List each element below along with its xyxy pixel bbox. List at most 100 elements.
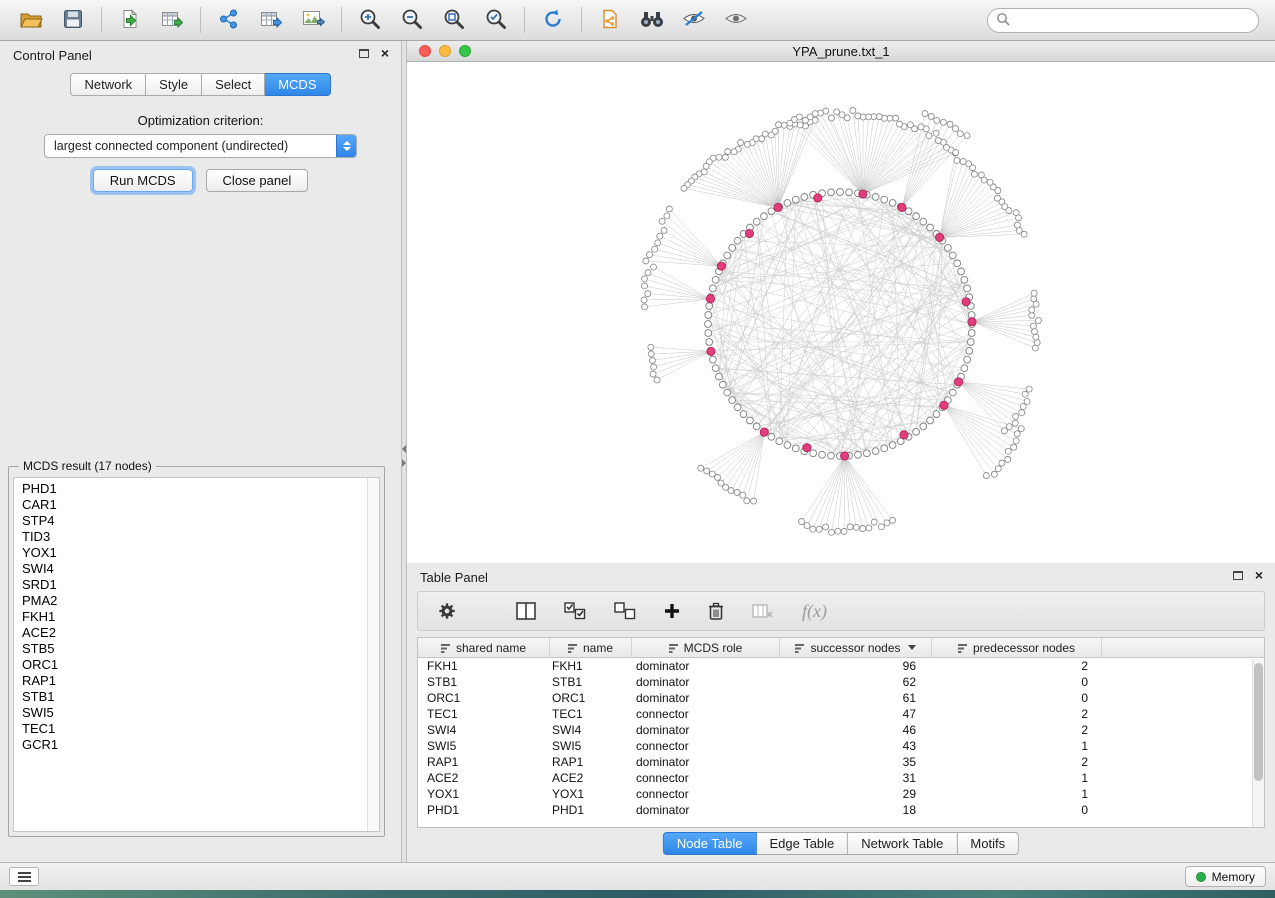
deselect-all-icon[interactable] [614,602,636,620]
mcds-result-item[interactable]: PHD1 [14,481,379,497]
gear-icon[interactable] [438,602,456,620]
table-cell[interactable]: connector [632,771,780,785]
mcds-result-item[interactable]: TEC1 [14,721,379,737]
column-header-successor-nodes[interactable]: successor nodes [780,638,932,657]
tab-mcds[interactable]: MCDS [265,73,330,96]
table-scrollbar[interactable] [1252,659,1264,827]
search-box[interactable] [987,8,1259,33]
table-cell[interactable]: 96 [780,659,932,673]
table-cell[interactable]: 0 [932,675,1102,689]
table-cell[interactable]: connector [632,787,780,801]
table-cell[interactable]: TEC1 [418,707,550,721]
table-cell[interactable]: ORC1 [418,691,550,705]
table-cell[interactable]: 2 [932,659,1102,673]
column-header-shared-name[interactable]: shared name [418,638,550,657]
mcds-result-item[interactable]: TID3 [14,529,379,545]
table-cell[interactable]: 0 [932,803,1102,817]
table-cell[interactable]: 2 [932,755,1102,769]
mcds-result-item[interactable]: PMA2 [14,593,379,609]
table-cell[interactable]: YOX1 [418,787,550,801]
export-image-button[interactable] [292,3,334,37]
column-header-predecessor-nodes[interactable]: predecessor nodes [932,638,1102,657]
table-cell[interactable]: 0 [932,691,1102,705]
show-all-button[interactable] [715,3,757,37]
mcds-result-item[interactable]: RAP1 [14,673,379,689]
zoom-out-button[interactable] [391,3,433,37]
table-cell[interactable]: 62 [780,675,932,689]
table-cell[interactable]: 47 [780,707,932,721]
table-cell[interactable]: 29 [780,787,932,801]
table-cell[interactable]: 2 [932,707,1102,721]
panel-list-button[interactable] [9,867,39,886]
table-row[interactable]: STB1STB1dominator620 [418,674,1264,690]
table-cell[interactable]: dominator [632,755,780,769]
table-row[interactable]: YOX1YOX1connector291 [418,786,1264,802]
float-panel-icon[interactable] [1233,571,1243,580]
table-cell[interactable]: 31 [780,771,932,785]
add-icon[interactable] [664,603,680,619]
zoom-selected-button[interactable] [475,3,517,37]
table-cell[interactable]: ORC1 [550,691,632,705]
collapse-left-icon[interactable] [402,445,406,453]
run-mcds-button[interactable]: Run MCDS [93,169,193,192]
mcds-result-item[interactable]: SWI5 [14,705,379,721]
table-row[interactable]: PHD1PHD1dominator180 [418,802,1264,818]
scrollbar-thumb[interactable] [1254,663,1263,781]
table-cell[interactable]: TEC1 [550,707,632,721]
table-cell[interactable]: ACE2 [418,771,550,785]
mcds-result-item[interactable]: ORC1 [14,657,379,673]
import-network-button[interactable] [109,3,151,37]
table-cell[interactable]: STB1 [418,675,550,689]
table-cell[interactable]: SWI5 [550,739,632,753]
hide-selected-button[interactable] [673,3,715,37]
export-network-button[interactable] [208,3,250,37]
mcds-result-item[interactable]: FKH1 [14,609,379,625]
memory-button[interactable]: Memory [1185,866,1266,887]
delete-icon[interactable] [708,602,724,620]
table-cell[interactable]: STB1 [550,675,632,689]
mcds-result-item[interactable]: STP4 [14,513,379,529]
table-cell[interactable]: ACE2 [550,771,632,785]
refresh-button[interactable] [532,3,574,37]
table-cell[interactable]: dominator [632,803,780,817]
table-cell[interactable]: SWI4 [418,723,550,737]
mcds-result-item[interactable]: SWI4 [14,561,379,577]
table-cell[interactable]: YOX1 [550,787,632,801]
collapse-right-icon[interactable] [402,459,406,467]
search-input[interactable] [1010,13,1250,27]
table-cell[interactable]: SWI5 [418,739,550,753]
mcds-result-list[interactable]: PHD1CAR1STP4TID3YOX1SWI4SRD1PMA2FKH1ACE2… [13,477,380,832]
mcds-result-item[interactable]: CAR1 [14,497,379,513]
mcds-result-item[interactable]: STB1 [14,689,379,705]
table-cell[interactable]: PHD1 [418,803,550,817]
export-table-button[interactable] [250,3,292,37]
table-cell[interactable]: dominator [632,659,780,673]
table-cell[interactable]: SWI4 [550,723,632,737]
mcds-result-item[interactable]: STB5 [14,641,379,657]
tab-node-table[interactable]: Node Table [663,832,757,855]
zoom-fit-button[interactable] [433,3,475,37]
table-row[interactable]: SWI5SWI5connector431 [418,738,1264,754]
table-cell[interactable]: FKH1 [550,659,632,673]
column-header-mcds-role[interactable]: MCDS role [632,638,780,657]
column-chooser-icon[interactable] [516,602,536,620]
column-header-name[interactable]: name [550,638,632,657]
table-cell[interactable]: 2 [932,723,1102,737]
table-cell[interactable]: RAP1 [418,755,550,769]
share-document-button[interactable] [589,3,631,37]
tab-edge-table[interactable]: Edge Table [756,832,848,855]
tab-network[interactable]: Network [70,73,146,96]
close-panel-icon[interactable]: × [381,45,389,61]
table-cell[interactable]: FKH1 [418,659,550,673]
table-cell[interactable]: dominator [632,675,780,689]
mcds-result-item[interactable]: SRD1 [14,577,379,593]
float-panel-icon[interactable] [359,49,369,58]
table-cell[interactable]: dominator [632,691,780,705]
mcds-result-item[interactable]: GCR1 [14,737,379,753]
open-session-button[interactable] [10,3,52,37]
tab-style[interactable]: Style [146,73,202,96]
table-row[interactable]: SWI4SWI4dominator462 [418,722,1264,738]
save-session-button[interactable] [52,3,94,37]
select-all-icon[interactable] [564,602,586,620]
table-row[interactable]: FKH1FKH1dominator962 [418,658,1264,674]
